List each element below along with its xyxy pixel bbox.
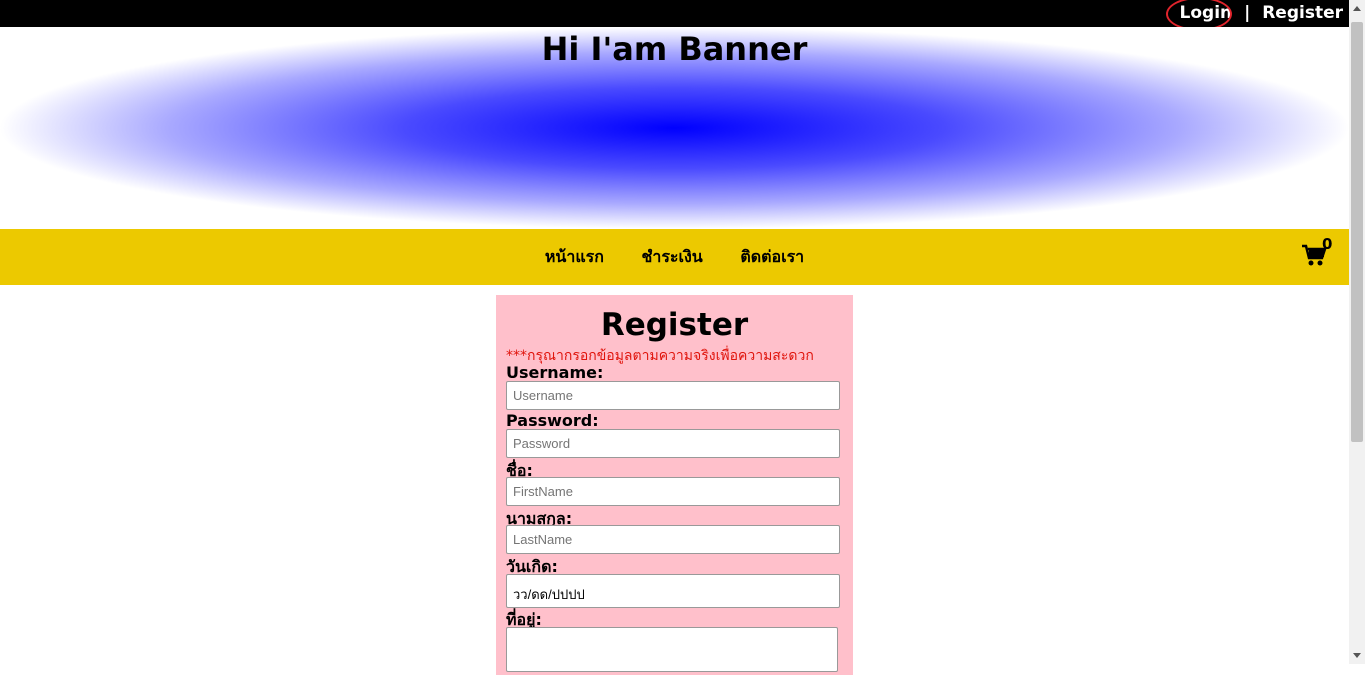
link-separator: | (1244, 3, 1251, 23)
address-textarea[interactable] (506, 627, 838, 672)
username-input[interactable]: Username (506, 381, 840, 410)
nav-item-contact[interactable]: ติดต่อเรา (740, 247, 804, 266)
page-scrollbar[interactable] (1349, 0, 1365, 664)
scroll-down-icon[interactable] (1353, 653, 1361, 658)
nav-item-home[interactable]: หน้าแรก (545, 247, 604, 266)
lastname-input[interactable]: LastName (506, 525, 840, 554)
cart-count-badge: 0 (1322, 235, 1333, 253)
birthdate-input[interactable]: วว/ดด/ปปปป (506, 574, 840, 608)
nav-bar: หน้าแรก ชำระเงิน ติดต่อเรา 0 (0, 229, 1349, 285)
register-form: Register ***กรุณากรอกข้อมูลตามความจริงเพ… (496, 295, 853, 675)
nav-menu: หน้าแรก ชำระเงิน ติดต่อเรา (0, 245, 1349, 270)
form-title: Register (600, 307, 749, 343)
banner-title: Hi I'am Banner (541, 30, 808, 68)
register-link[interactable]: Register (1262, 3, 1343, 23)
username-label: Username: (506, 363, 604, 382)
login-link[interactable]: Login (1163, 0, 1232, 37)
password-label: Password: (506, 411, 599, 430)
auth-links: Login | Register (1163, 0, 1343, 37)
firstname-input[interactable]: FirstName (506, 477, 840, 506)
password-input[interactable]: Password (506, 429, 840, 458)
nav-item-payment[interactable]: ชำระเงิน (641, 247, 702, 266)
banner: Hi I'am Banner (0, 27, 1349, 229)
scroll-up-icon[interactable] (1353, 6, 1361, 11)
scrollbar-thumb[interactable] (1351, 22, 1363, 442)
top-bar: Login | Register (0, 0, 1349, 37)
